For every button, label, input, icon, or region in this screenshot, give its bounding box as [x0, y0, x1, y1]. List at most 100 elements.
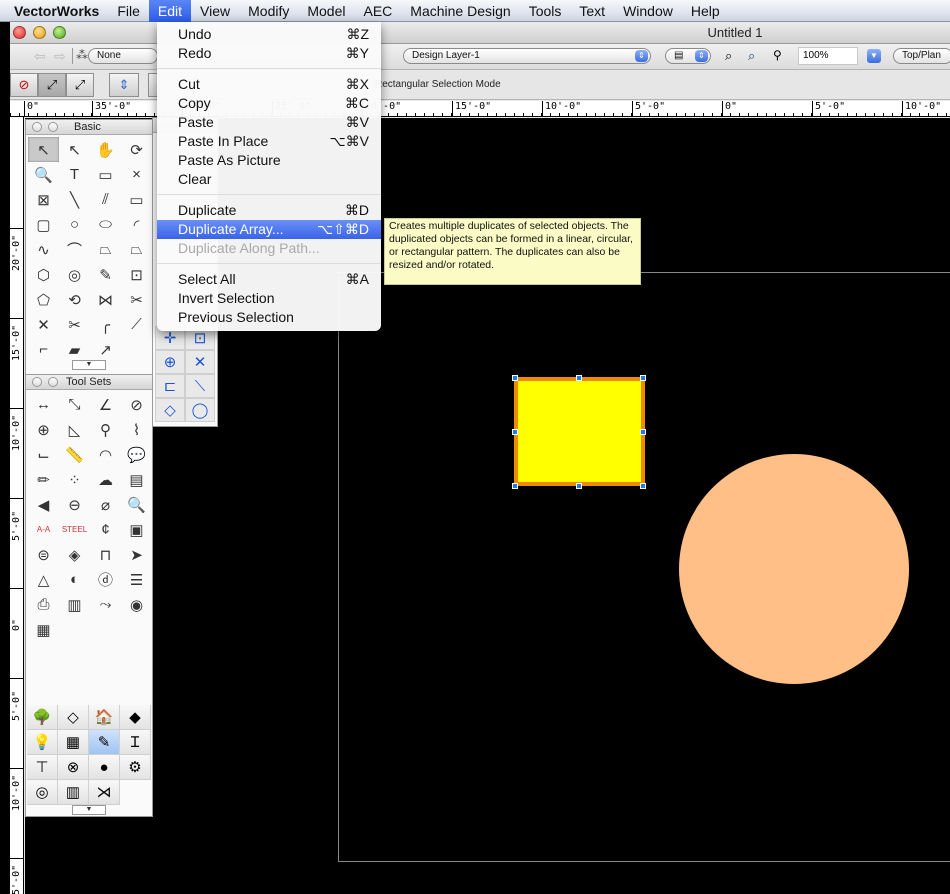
detailing-set[interactable]: Ɪ [120, 730, 151, 755]
selection-handle[interactable] [576, 375, 582, 381]
elevation-benchmark-tool[interactable]: ◐ [59, 567, 90, 592]
fillet-tool[interactable]: ╭ [90, 312, 121, 337]
snap-to-surface-icon[interactable]: ◯ [185, 398, 215, 422]
callout-note-tool[interactable]: 💬 [121, 442, 152, 467]
angular-dimension-tool[interactable]: ∠ [90, 392, 121, 417]
target-tool[interactable]: ◉ [121, 592, 152, 617]
zoom-field[interactable]: 100% [798, 47, 858, 65]
feature-control-frame-tool[interactable]: ⌀ [90, 492, 121, 517]
mirror-tool[interactable]: ⋈ [90, 287, 121, 312]
level-tool[interactable]: ⊓ [90, 542, 121, 567]
architect-set[interactable]: 🏠 [89, 705, 120, 730]
menu-item-undo[interactable]: Undo ⌘Z [157, 25, 381, 44]
zoom-dropdown-button[interactable]: ▼ [867, 49, 881, 63]
menu-item-invert-selection[interactable]: Invert Selection [157, 289, 381, 308]
3d-modeling-set[interactable]: ◆ [120, 705, 151, 730]
rectangle-tool[interactable]: ▭ [121, 187, 152, 212]
clip-tool[interactable]: ✂ [59, 312, 90, 337]
snap-to-angle-icon[interactable]: ⊕ [155, 350, 185, 374]
callout-tool[interactable]: ▭ [90, 162, 121, 187]
menu-file[interactable]: File [108, 0, 149, 22]
unconstrained-dimension-tool[interactable]: ⤡ [59, 392, 90, 417]
no-snap-mode-button[interactable]: ⊘ [10, 73, 38, 97]
3d-selection-tool[interactable]: ↖ [59, 137, 90, 162]
dims-notes-set[interactable]: ✎ [89, 730, 120, 755]
centerline-tool[interactable]: ¢ [90, 517, 121, 542]
pencil-tool[interactable]: ✏ [28, 467, 59, 492]
rotate-tool[interactable]: ⬠ [28, 287, 59, 312]
chamfer-tool[interactable]: ⟋ [121, 312, 152, 337]
selection-handle[interactable] [512, 429, 518, 435]
hatch-tool[interactable]: ⁘ [59, 467, 90, 492]
revision-cloud-tool[interactable]: ☁ [90, 467, 121, 492]
split-tool[interactable]: ✂ [121, 287, 152, 312]
snap-to-distance-icon[interactable]: ⟍ [185, 374, 215, 398]
line-tool[interactable]: ╲ [59, 187, 90, 212]
spiral-tool[interactable]: ◎ [59, 262, 90, 287]
protractor-tool[interactable]: ◠ [90, 442, 121, 467]
multi-mode-button[interactable]: ⤢ [66, 73, 94, 97]
offset-tool[interactable]: ⌐ [28, 337, 59, 362]
text-tool[interactable]: T [59, 162, 90, 187]
constrained-linear-dimension-tool[interactable]: ↔ [28, 392, 59, 417]
layer-popup[interactable]: Design Layer-1 ⇕ [403, 48, 651, 64]
eyedropper-tool[interactable]: ✎ [90, 262, 121, 287]
slope-dimension-tool[interactable]: ◺ [59, 417, 90, 442]
section-line-tool[interactable]: ⊖ [59, 492, 90, 517]
circle-tool[interactable]: ○ [59, 212, 90, 237]
double-line-polygon-tool[interactable]: ⏢ [121, 237, 152, 262]
pipes-set[interactable]: ⊤ [27, 755, 58, 780]
menu-item-duplicate-array[interactable]: Duplicate Array... ⌥⇧⌘D [157, 220, 381, 239]
title-block-tool[interactable]: ▤ [121, 467, 152, 492]
connect-combine-tool[interactable]: ↗ [90, 337, 121, 362]
locus-tool[interactable]: × [121, 162, 152, 187]
menu-text[interactable]: Text [570, 0, 614, 22]
forward-arrow-icon[interactable]: ⇨ [54, 48, 66, 65]
app-menu[interactable]: VectorWorks [0, 0, 108, 22]
bearings-set[interactable]: ● [89, 755, 120, 780]
title-bar[interactable]: Untitled 1 [10, 22, 950, 44]
menu-item-copy[interactable]: Copy ⌘C [157, 94, 381, 113]
zoom-to-selection-icon[interactable]: ⌕ [748, 48, 755, 64]
shafts-set[interactable]: ⊗ [58, 755, 89, 780]
menu-item-cut[interactable]: Cut ⌘X [157, 75, 381, 94]
selection-handle[interactable] [512, 375, 518, 381]
pan-tool[interactable]: ✋ [90, 137, 121, 162]
surface-finish-tool[interactable]: ⤳ [90, 592, 121, 617]
snap-to-tangent-icon[interactable]: ◇ [155, 398, 185, 422]
smart-edge-icon[interactable]: ⊏ [155, 374, 185, 398]
rings-set[interactable]: ◎ [27, 780, 58, 805]
smart-points-icon[interactable]: ✕ [185, 350, 215, 374]
steel-section-tool[interactable]: STEEL [59, 517, 90, 542]
basic-palette-titlebar[interactable]: Basic [26, 120, 152, 135]
menu-model[interactable]: Model [298, 0, 354, 22]
schematics-set[interactable]: ⋊ [89, 780, 120, 805]
regular-polygon-tool[interactable]: ⬡ [28, 262, 59, 287]
north-arrow-tool[interactable]: ➤ [121, 542, 152, 567]
table-tool[interactable]: ▦ [28, 617, 59, 642]
menu-item-duplicate[interactable]: Duplicate ⌘D [157, 201, 381, 220]
rounded-rectangle-tool[interactable]: ▢ [28, 212, 59, 237]
selection-tool[interactable]: ↖ [28, 137, 59, 162]
palette-expand-button[interactable]: ▼ [72, 360, 106, 370]
menu-help[interactable]: Help [682, 0, 729, 22]
trim-tool[interactable]: ✕ [28, 312, 59, 337]
double-line-tool[interactable]: ⫽ [90, 187, 121, 212]
circle-object[interactable] [679, 454, 909, 684]
grid-bubble-tool[interactable]: ⊜ [28, 542, 59, 567]
menu-window[interactable]: Window [614, 0, 682, 22]
datum-tool[interactable]: ◀ [28, 492, 59, 517]
menu-item-clear[interactable]: Clear [157, 170, 381, 189]
selection-handle[interactable] [640, 429, 646, 435]
attribute-mapping-tool[interactable]: ⟲ [59, 287, 90, 312]
interior-elevation-tool[interactable]: ◈ [59, 542, 90, 567]
menu-item-paste-as-picture[interactable]: Paste As Picture [157, 151, 381, 170]
springs-set[interactable]: ▥ [58, 780, 89, 805]
class-popup[interactable]: None [88, 48, 158, 64]
freehand-tool[interactable]: ∿ [28, 237, 59, 262]
menu-aec[interactable]: AEC [355, 0, 402, 22]
menu-tools[interactable]: Tools [520, 0, 571, 22]
selection-handle[interactable] [640, 375, 646, 381]
furniture-set[interactable]: ▦ [58, 730, 89, 755]
scale-bar-tool[interactable]: ▥ [59, 592, 90, 617]
